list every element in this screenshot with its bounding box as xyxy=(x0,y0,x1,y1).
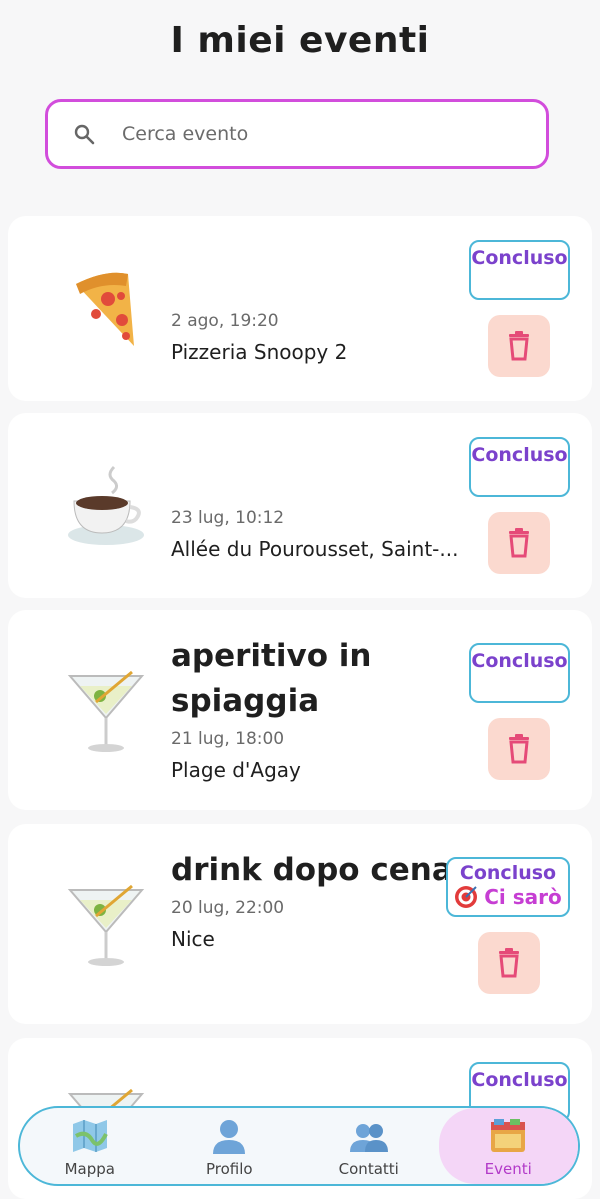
event-card[interactable]: 23 lug, 10:12 Allée du Pourousset, Saint… xyxy=(8,413,592,598)
status-badge: Concluso xyxy=(469,240,570,300)
event-place: Pizzeria Snoopy 2 xyxy=(171,340,348,364)
status-badge: Concluso Ci sarò xyxy=(446,857,570,917)
profile-icon xyxy=(213,1120,246,1154)
contacts-icon xyxy=(349,1124,388,1152)
status-badge: Concluso xyxy=(469,437,570,497)
event-card[interactable]: drink dopo cena 20 lug, 22:00 Nice Concl… xyxy=(8,824,592,1024)
event-card[interactable]: 2 ago, 19:20 Pizzeria Snoopy 2 Concluso xyxy=(8,216,592,401)
trash-icon xyxy=(509,528,529,558)
search-bar[interactable] xyxy=(45,99,549,169)
delete-button[interactable] xyxy=(488,512,550,574)
event-place: Allée du Pourousset, Saint-... xyxy=(171,537,459,561)
pizza-icon xyxy=(76,272,134,346)
cocktail-icon xyxy=(67,884,145,966)
rsvp-badge: Ci sarò xyxy=(448,885,568,909)
trash-icon xyxy=(509,331,529,361)
page-title: I miei eventi xyxy=(170,20,430,61)
target-icon xyxy=(455,886,478,908)
status-badge: Concluso xyxy=(469,643,570,703)
search-icon xyxy=(74,124,95,145)
nav-item-eventi[interactable]: Eventi xyxy=(438,1108,578,1184)
trash-icon xyxy=(509,734,529,764)
event-title: drink dopo cena xyxy=(171,852,453,888)
nav-item-contatti[interactable]: Contatti xyxy=(299,1108,439,1184)
delete-button[interactable] xyxy=(478,932,540,994)
event-card[interactable]: aperitivo in spiaggia 21 lug, 18:00 Plag… xyxy=(8,610,592,810)
bottom-nav: Mappa Profilo Contatti Eventi xyxy=(18,1106,580,1186)
events-icon xyxy=(491,1119,526,1152)
delete-button[interactable] xyxy=(488,718,550,780)
cocktail-icon xyxy=(67,670,145,752)
event-place: Plage d'Agay xyxy=(171,758,301,782)
map-icon xyxy=(72,1120,108,1152)
coffee-icon xyxy=(68,465,144,545)
search-input[interactable] xyxy=(120,122,504,146)
event-place: Nice xyxy=(171,927,215,951)
delete-button[interactable] xyxy=(488,315,550,377)
event-date: 20 lug, 22:00 xyxy=(171,898,285,918)
nav-item-profilo[interactable]: Profilo xyxy=(160,1108,300,1184)
event-title: aperitivo in spiaggia xyxy=(171,638,372,719)
event-date: 23 lug, 10:12 xyxy=(171,508,285,528)
event-date: 21 lug, 18:00 xyxy=(171,729,285,749)
trash-icon xyxy=(499,948,519,978)
event-date: 2 ago, 19:20 xyxy=(171,311,279,331)
nav-item-mappa[interactable]: Mappa xyxy=(20,1108,160,1184)
